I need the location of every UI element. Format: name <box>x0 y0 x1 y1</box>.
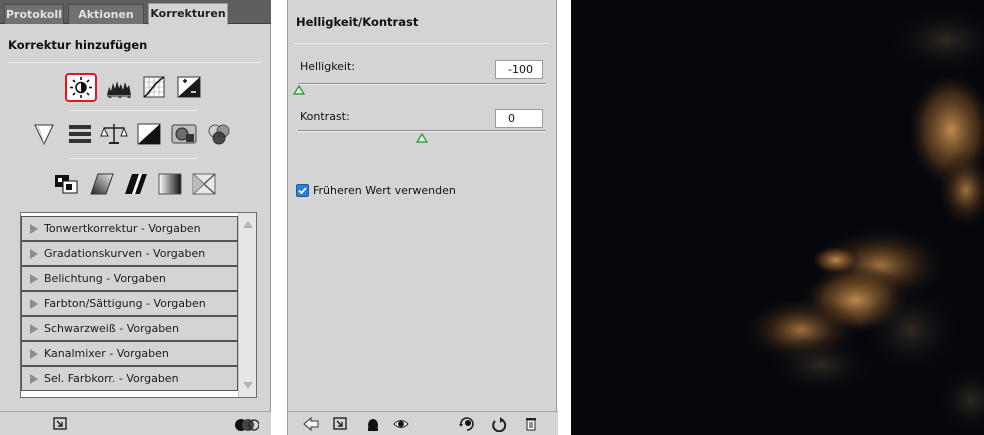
panel-tab-bar: Protokoll Aktionen Korrekturen <box>0 0 271 25</box>
contrast-slider[interactable] <box>298 130 546 132</box>
levels-icon[interactable] <box>105 75 133 99</box>
panel-toggle-icon[interactable] <box>52 416 70 432</box>
use-legacy-checkbox[interactable] <box>296 184 309 197</box>
selective-color-icon[interactable] <box>190 172 218 196</box>
preset-item[interactable]: Tonwertkorrektur - Vorgaben <box>21 216 238 241</box>
preset-label: Sel. Farbkorr. - Vorgaben <box>44 372 179 385</box>
curves-icon[interactable] <box>140 75 168 99</box>
brightness-label: Helligkeit: <box>300 60 356 73</box>
brightness-contrast-icon[interactable] <box>65 73 97 102</box>
panel-toggle-icon[interactable] <box>332 416 350 432</box>
preset-item[interactable]: Belichtung - Vorgaben <box>21 266 238 291</box>
clip-layer-icon[interactable] <box>364 416 382 432</box>
color-balance-icon[interactable] <box>100 122 128 146</box>
expand-arrow-icon[interactable] <box>30 323 38 334</box>
brightness-slider[interactable] <box>298 83 546 85</box>
expand-arrow-icon[interactable] <box>30 298 38 309</box>
panel-footer <box>288 411 558 435</box>
contrast-slider-thumb[interactable] <box>416 133 428 143</box>
preset-item[interactable]: Kanalmixer - Vorgaben <box>21 341 238 366</box>
preset-label: Gradationskurven - Vorgaben <box>44 247 206 260</box>
divider <box>8 62 262 63</box>
posterize-icon[interactable] <box>88 172 116 196</box>
gradient-map-icon[interactable] <box>156 172 184 196</box>
clip-layers-icon[interactable] <box>233 416 259 432</box>
eye-icon[interactable] <box>392 416 410 432</box>
expand-arrow-icon[interactable] <box>30 348 38 359</box>
preset-item[interactable]: Gradationskurven - Vorgaben <box>21 241 238 266</box>
vibrance-icon[interactable] <box>30 122 58 146</box>
preset-label: Farbton/Sättigung - Vorgaben <box>44 297 206 310</box>
channel-mixer-icon[interactable] <box>205 122 233 146</box>
black-white-icon[interactable] <box>135 122 163 146</box>
exposure-icon[interactable] <box>175 75 203 99</box>
preset-label: Tonwertkorrektur - Vorgaben <box>44 222 201 235</box>
presets-list: Tonwertkorrektur - Vorgaben Gradationsku… <box>20 212 257 398</box>
scroll-up-icon[interactable] <box>243 221 253 228</box>
contrast-label: Kontrast: <box>300 110 350 123</box>
presets-scrollbar[interactable] <box>238 213 256 397</box>
image-preview <box>571 0 984 435</box>
scroll-down-icon[interactable] <box>243 382 253 389</box>
divider <box>294 43 550 44</box>
back-arrow-icon[interactable] <box>302 416 320 432</box>
threshold-icon[interactable] <box>122 172 150 196</box>
brightness-value-field[interactable]: -100 <box>495 60 543 79</box>
preset-label: Kanalmixer - Vorgaben <box>44 347 169 360</box>
expand-arrow-icon[interactable] <box>30 223 38 234</box>
tab-protokoll[interactable]: Protokoll <box>4 4 64 24</box>
trash-icon[interactable] <box>522 416 540 432</box>
contrast-value-field[interactable]: 0 <box>495 109 543 128</box>
panel-title: Korrektur hinzufügen <box>8 38 148 52</box>
reset-icon[interactable] <box>490 416 508 432</box>
brightness-slider-thumb[interactable] <box>293 85 305 95</box>
preset-item[interactable]: Schwarzweiß - Vorgaben <box>21 316 238 341</box>
tab-aktionen[interactable]: Aktionen <box>68 4 144 24</box>
cloud-image <box>571 0 984 435</box>
preset-label: Belichtung - Vorgaben <box>44 272 166 285</box>
tab-korrekturen[interactable]: Korrekturen <box>148 3 228 25</box>
photo-filter-icon[interactable] <box>170 122 198 146</box>
invert-icon[interactable] <box>52 172 80 196</box>
expand-arrow-icon[interactable] <box>30 373 38 384</box>
preset-item[interactable]: Farbton/Sättigung - Vorgaben <box>21 291 238 316</box>
preset-item[interactable]: Sel. Farbkorr. - Vorgaben <box>21 366 238 391</box>
adjustments-panel: Protokoll Aktionen Korrekturen Korrektur… <box>0 0 271 435</box>
brightness-contrast-panel: Helligkeit/Kontrast Helligkeit: -100 Kon… <box>287 0 558 435</box>
panel-footer <box>0 411 271 435</box>
preset-label: Schwarzweiß - Vorgaben <box>44 322 179 335</box>
view-previous-icon[interactable] <box>458 416 476 432</box>
divider <box>68 158 198 159</box>
expand-arrow-icon[interactable] <box>30 273 38 284</box>
hue-saturation-icon[interactable] <box>66 122 94 146</box>
panel-title: Helligkeit/Kontrast <box>296 15 419 29</box>
divider <box>68 110 198 111</box>
use-legacy-label: Früheren Wert verwenden <box>313 184 456 197</box>
expand-arrow-icon[interactable] <box>30 248 38 259</box>
